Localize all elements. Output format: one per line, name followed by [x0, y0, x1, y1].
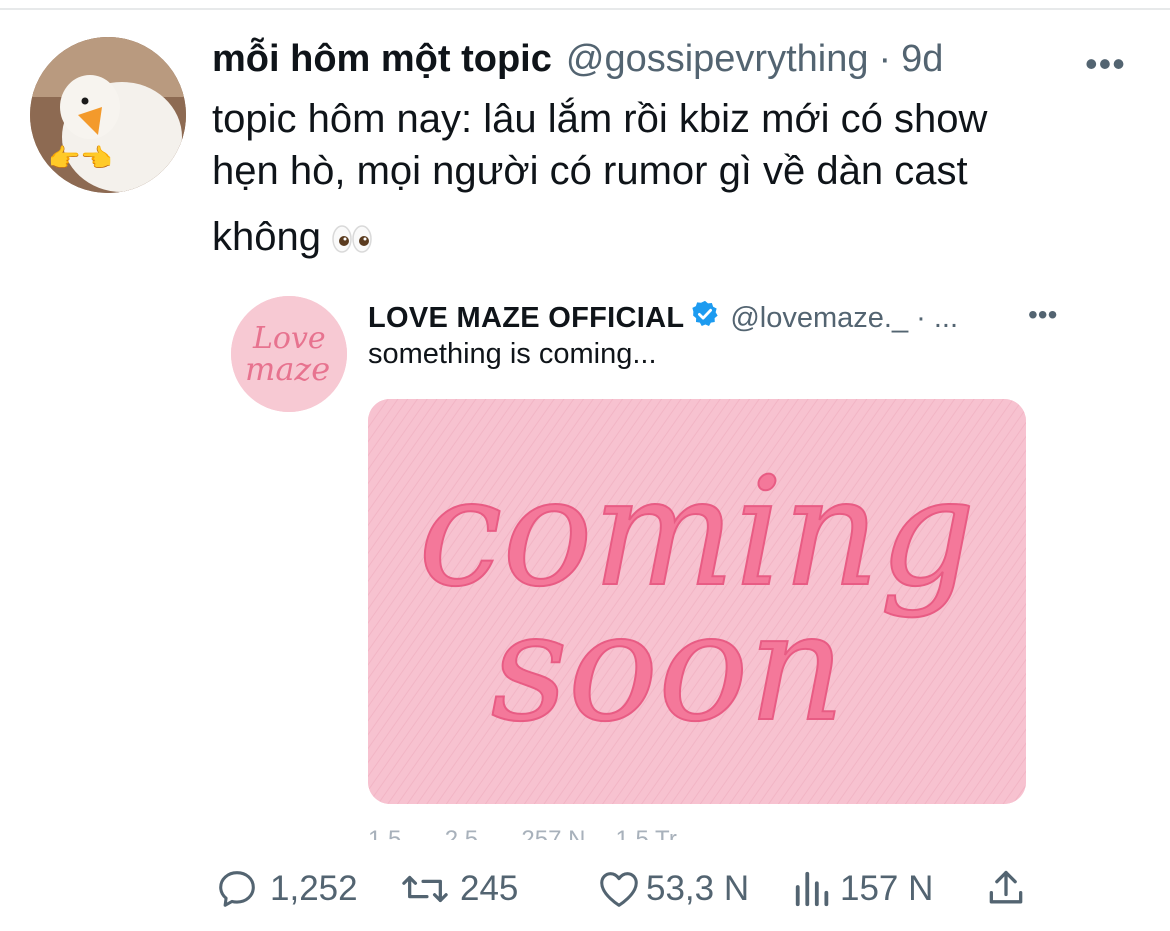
tweet-text-line3: không [212, 215, 321, 259]
user-avatar[interactable]: 👉👈 [30, 37, 186, 193]
quoted-header: LOVE MAZE OFFICIAL @lovemaze._ · ... [368, 298, 958, 338]
reply-count: 1,252 [270, 869, 358, 908]
quoted-avatar[interactable]: Love maze [231, 296, 347, 412]
quoted-actions-partial: 1,5.. 2,5.. 257 N 1,5 Tr [368, 824, 988, 840]
tweet-text-line1: topic hôm nay: lâu lắm rồi kbiz mới có s… [212, 97, 988, 141]
share-icon [984, 866, 1028, 912]
svg-text:👉👈: 👉👈 [48, 144, 113, 174]
quoted-retweet-partial: 2,5.. [444, 826, 492, 840]
retweet-icon [400, 866, 450, 912]
user-handle[interactable]: @gossipevrything [566, 38, 869, 81]
views-button[interactable]: 157 N [792, 862, 933, 916]
top-divider [0, 8, 1170, 10]
quoted-views-partial: 1,5 Tr [615, 826, 677, 840]
quoted-display-name[interactable]: LOVE MAZE OFFICIAL [368, 302, 684, 335]
quoted-handle[interactable]: @lovemaze._ · ... [730, 302, 958, 335]
media-text-soon: soon [491, 581, 845, 755]
views-chart-icon [792, 866, 834, 912]
like-count: 53,3 N [646, 869, 750, 908]
quoted-text: something is coming... [368, 338, 657, 370]
reply-icon [214, 866, 260, 912]
love-maze-logo: Love maze [231, 296, 347, 412]
verified-badge-icon [690, 299, 720, 337]
display-name[interactable]: mỗi hôm một topic [212, 38, 552, 81]
tweet-header: mỗi hôm một topic @gossipevrything · 9d [212, 38, 943, 88]
quoted-reply-partial: 1,5.. [368, 826, 415, 840]
quoted-more-icon[interactable]: ••• [1028, 300, 1057, 330]
quoted-media-image[interactable]: coming soon [368, 399, 1026, 804]
duck-avatar-image: 👉👈 [30, 37, 186, 193]
separator-dot: · [878, 38, 892, 80]
retweet-button[interactable]: 245 [400, 862, 518, 916]
like-button[interactable]: 53,3 N [596, 862, 749, 916]
share-button[interactable] [984, 862, 1028, 916]
retweet-count: 245 [460, 869, 519, 908]
heart-icon [596, 866, 642, 912]
tweet-action-bar: 1,252 245 53,3 N 157 N [214, 862, 1034, 916]
tweet-age[interactable]: 9d [901, 38, 943, 81]
quoted-like-partial: 257 N [521, 826, 586, 840]
eyes-emoji-icon [331, 215, 373, 267]
more-options-icon[interactable]: ••• [1085, 42, 1126, 86]
tweet-text: topic hôm nay: lâu lắm rồi kbiz mới có s… [212, 93, 1112, 267]
tweet-text-line2: hẹn hò, mọi người có rumor gì về dàn cas… [212, 149, 968, 193]
views-count: 157 N [840, 869, 934, 908]
logo-line2: maze [245, 350, 330, 388]
reply-button[interactable]: 1,252 [214, 862, 358, 916]
